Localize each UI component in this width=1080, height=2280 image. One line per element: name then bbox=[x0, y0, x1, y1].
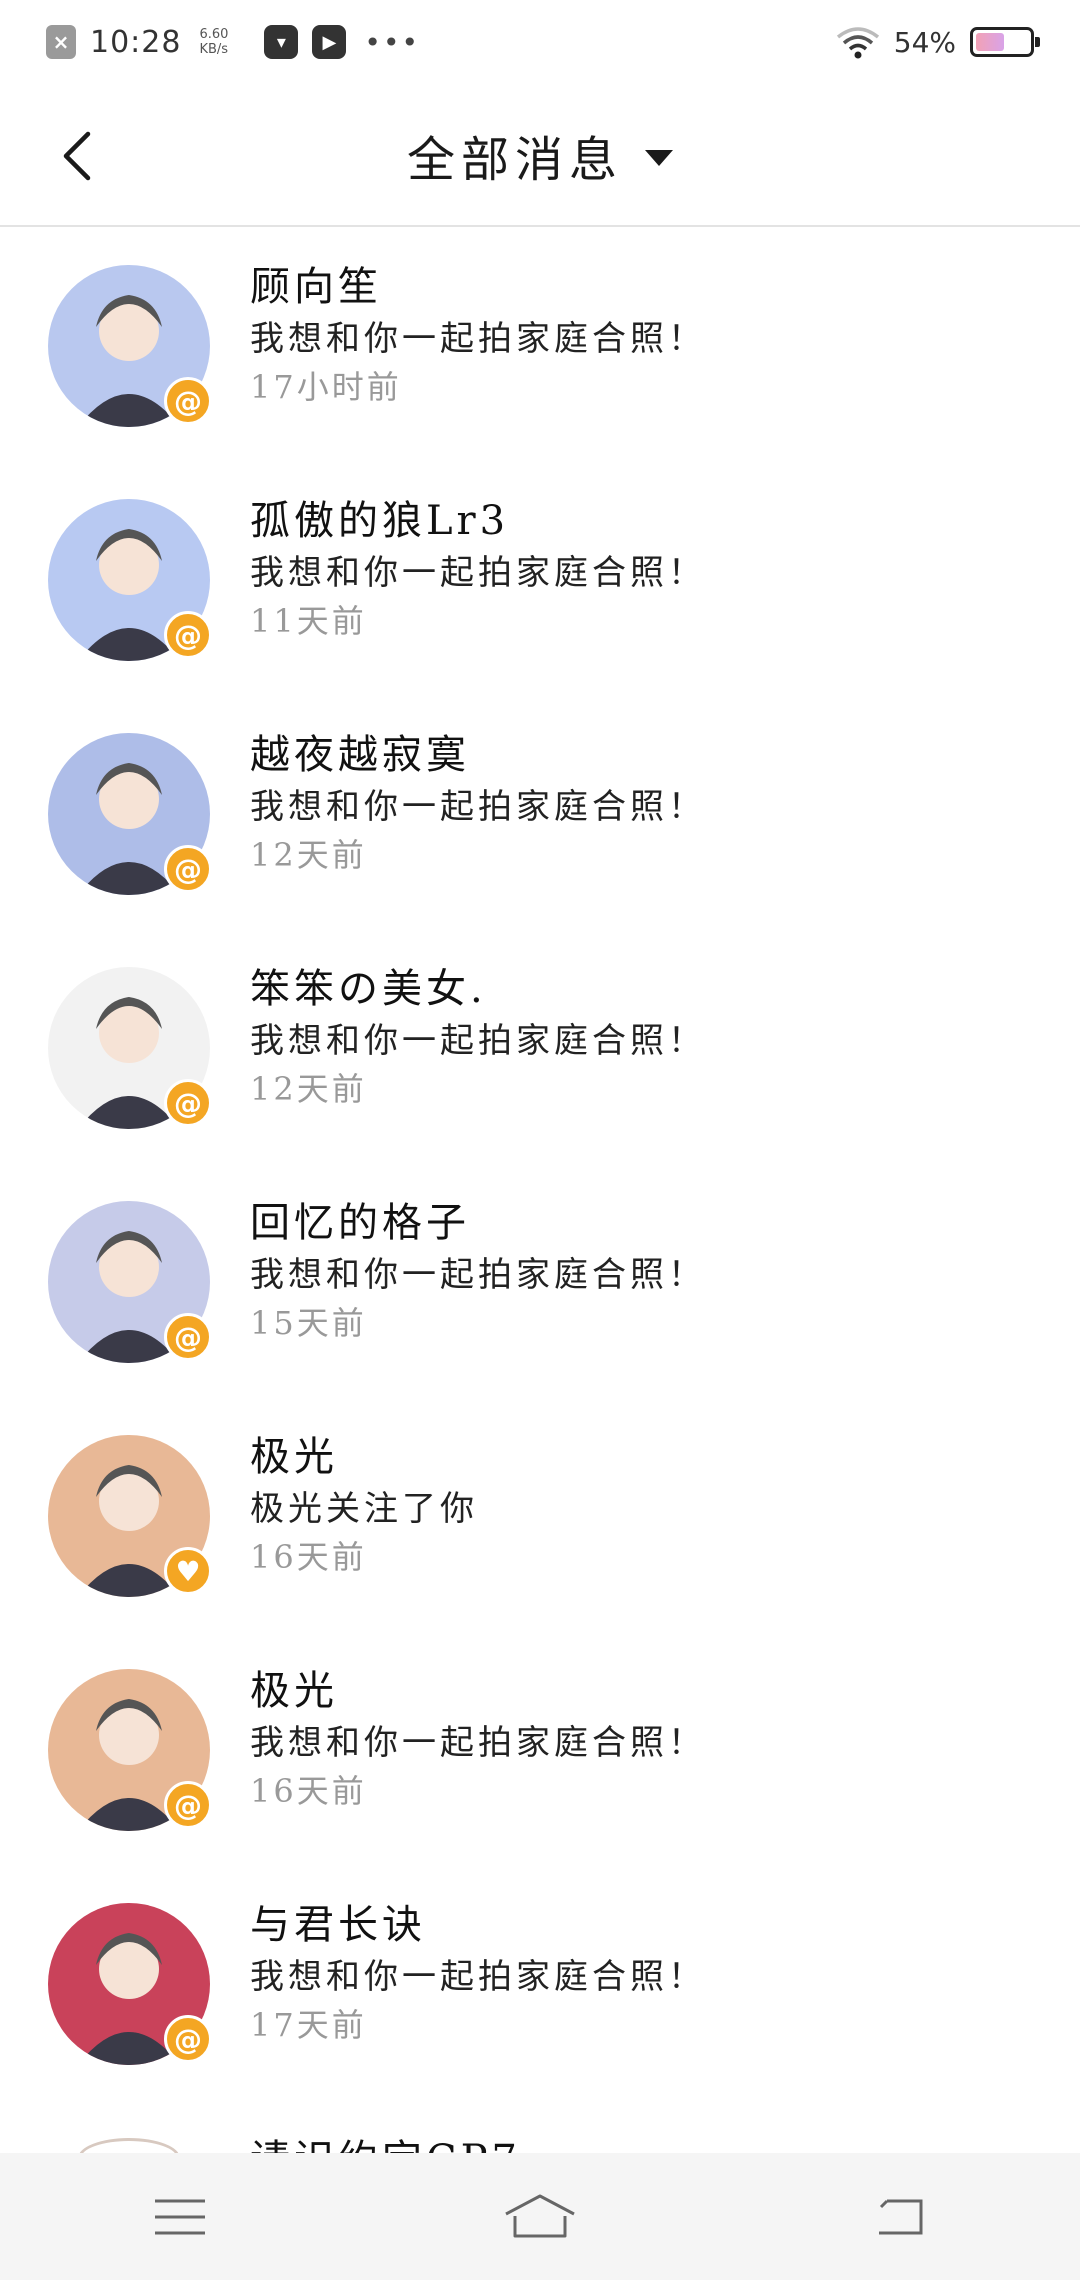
mention-badge-icon: @ bbox=[164, 2015, 212, 2063]
battery-level bbox=[976, 33, 1005, 51]
list-item[interactable]: @ 越夜越寂寞 我想和你一起拍家庭合照！ 12天前 bbox=[0, 697, 1080, 931]
list-item[interactable]: @ 顾向笙 我想和你一起拍家庭合照！ 17小时前 bbox=[0, 229, 1080, 463]
battery-percent: 54% bbox=[893, 25, 956, 59]
chevron-left-icon bbox=[63, 131, 91, 181]
app-icon-a: ▾ bbox=[264, 25, 299, 59]
sender-name: 极光 bbox=[250, 1434, 338, 1480]
network-speed-unit: KB/s bbox=[199, 42, 229, 57]
avatar-wrapper[interactable]: @ bbox=[48, 967, 212, 1129]
sender-name: 与君长诀 bbox=[250, 1902, 426, 1948]
message-text-block: 顾向笙 我想和你一起拍家庭合照！ 17小时前 bbox=[250, 259, 706, 411]
battery-icon bbox=[970, 27, 1040, 57]
message-content: 我想和你一起拍家庭合照！ bbox=[250, 319, 706, 359]
avatar-wrapper[interactable]: @ bbox=[48, 499, 212, 661]
avatar-wrapper[interactable]: @ bbox=[48, 265, 212, 427]
avatar-wrapper[interactable]: @ bbox=[48, 1903, 212, 2065]
list-item[interactable]: @ 孤傲的狼Lr3 我想和你一起拍家庭合照！ 11天前 bbox=[0, 463, 1080, 697]
message-time: 16天前 bbox=[250, 1772, 367, 1810]
back-button[interactable] bbox=[52, 128, 102, 184]
message-text-block: 极光 极光关注了你 16天前 bbox=[250, 1429, 478, 1581]
mention-badge-icon: @ bbox=[164, 1079, 212, 1127]
caret-down-icon bbox=[645, 149, 673, 166]
message-text-block: 极光 我想和你一起拍家庭合照！ 16天前 bbox=[250, 1663, 706, 1815]
message-time: 11天前 bbox=[250, 602, 367, 640]
avatar-wrapper[interactable]: @ bbox=[48, 1669, 212, 1831]
more-dots-icon: ••• bbox=[364, 25, 420, 59]
message-content: 我想和你一起拍家庭合照！ bbox=[250, 1255, 706, 1295]
avatar-wrapper[interactable]: ♥ bbox=[48, 1435, 212, 1597]
home-button[interactable] bbox=[495, 2182, 585, 2252]
list-item[interactable]: @ 笨笨の美女. 我想和你一起拍家庭合照！ 12天前 bbox=[0, 931, 1080, 1165]
sender-name: 极光 bbox=[250, 1668, 338, 1714]
list-item[interactable]: @ 回忆的格子 我想和你一起拍家庭合照！ 15天前 bbox=[0, 1165, 1080, 1399]
list-item[interactable]: ♥ 极光 极光关注了你 16天前 bbox=[0, 1399, 1080, 1633]
partial-item-name: 请识约定CP7 bbox=[250, 2132, 521, 2154]
message-text-block: 回忆的格子 我想和你一起拍家庭合照！ 15天前 bbox=[250, 1195, 706, 1347]
system-navigation-bar bbox=[0, 2153, 1080, 2280]
avatar-partial bbox=[78, 2138, 180, 2154]
message-text-block: 孤傲的狼Lr3 我想和你一起拍家庭合照！ 11天前 bbox=[250, 493, 706, 645]
menu-icon bbox=[155, 2199, 205, 2234]
sender-name: 笨笨の美女. bbox=[250, 966, 487, 1012]
sender-name: 越夜越寂寞 bbox=[250, 732, 470, 778]
sender-name: 孤傲的狼Lr3 bbox=[250, 498, 510, 544]
status-bar: × 10:28 6.60 KB/s ▾ ▶ ••• 54% bbox=[0, 0, 1080, 84]
message-text-block: 与君长诀 我想和你一起拍家庭合照！ 17天前 bbox=[250, 1897, 706, 2049]
mention-badge-icon: @ bbox=[164, 1313, 212, 1361]
message-content: 我想和你一起拍家庭合照！ bbox=[250, 1021, 706, 1061]
message-content: 我想和你一起拍家庭合照！ bbox=[250, 787, 706, 827]
close-notification-icon: × bbox=[46, 25, 76, 59]
avatar-wrapper[interactable]: @ bbox=[48, 733, 212, 895]
play-icon: ▶ bbox=[312, 25, 347, 59]
message-list[interactable]: @ 顾向笙 我想和你一起拍家庭合照！ 17小时前 @ 孤傲的狼Lr3 我想和你一… bbox=[0, 229, 1080, 2153]
heart-badge-icon: ♥ bbox=[164, 1547, 212, 1595]
message-content: 极光关注了你 bbox=[250, 1489, 478, 1529]
wifi-icon bbox=[836, 27, 879, 59]
home-icon bbox=[505, 2194, 575, 2237]
message-time: 12天前 bbox=[250, 1070, 367, 1108]
message-time: 15天前 bbox=[250, 1304, 367, 1342]
list-item[interactable]: @ 与君长诀 我想和你一起拍家庭合照！ 17天前 bbox=[0, 1867, 1080, 2101]
message-filter-dropdown[interactable]: 全部消息 bbox=[407, 120, 673, 190]
message-time: 17小时前 bbox=[250, 368, 402, 406]
sender-name: 回忆的格子 bbox=[250, 1200, 470, 1246]
message-time: 17天前 bbox=[250, 2006, 367, 2044]
sender-name: 顾向笙 bbox=[250, 264, 382, 310]
back-icon bbox=[879, 2199, 923, 2234]
list-item-partial[interactable]: 请识约定CP7 bbox=[0, 2130, 1080, 2154]
message-content: 我想和你一起拍家庭合照！ bbox=[250, 553, 706, 593]
mention-badge-icon: @ bbox=[164, 611, 212, 659]
network-speed: 6.60 KB/s bbox=[199, 27, 228, 57]
list-item[interactable]: @ 极光 我想和你一起拍家庭合照！ 16天前 bbox=[0, 1633, 1080, 1867]
back-nav-button[interactable] bbox=[855, 2182, 945, 2252]
menu-button[interactable] bbox=[135, 2182, 225, 2252]
message-content: 我想和你一起拍家庭合照！ bbox=[250, 1723, 706, 1763]
avatar-wrapper[interactable]: @ bbox=[48, 1201, 212, 1363]
network-speed-value: 6.60 bbox=[199, 27, 229, 42]
message-content: 我想和你一起拍家庭合照！ bbox=[250, 1957, 706, 1997]
message-text-block: 越夜越寂寞 我想和你一起拍家庭合照！ 12天前 bbox=[250, 727, 706, 879]
mention-badge-icon: @ bbox=[164, 377, 212, 425]
mention-badge-icon: @ bbox=[164, 1781, 212, 1829]
message-text-block: 笨笨の美女. 我想和你一起拍家庭合照！ 12天前 bbox=[250, 961, 706, 1113]
mention-badge-icon: @ bbox=[164, 845, 212, 893]
status-time: 10:28 bbox=[90, 24, 182, 60]
page-title: 全部消息 bbox=[406, 131, 623, 188]
message-time: 16天前 bbox=[250, 1538, 367, 1576]
message-time: 12天前 bbox=[250, 836, 367, 874]
top-navigation-bar: 全部消息 bbox=[0, 84, 1080, 227]
